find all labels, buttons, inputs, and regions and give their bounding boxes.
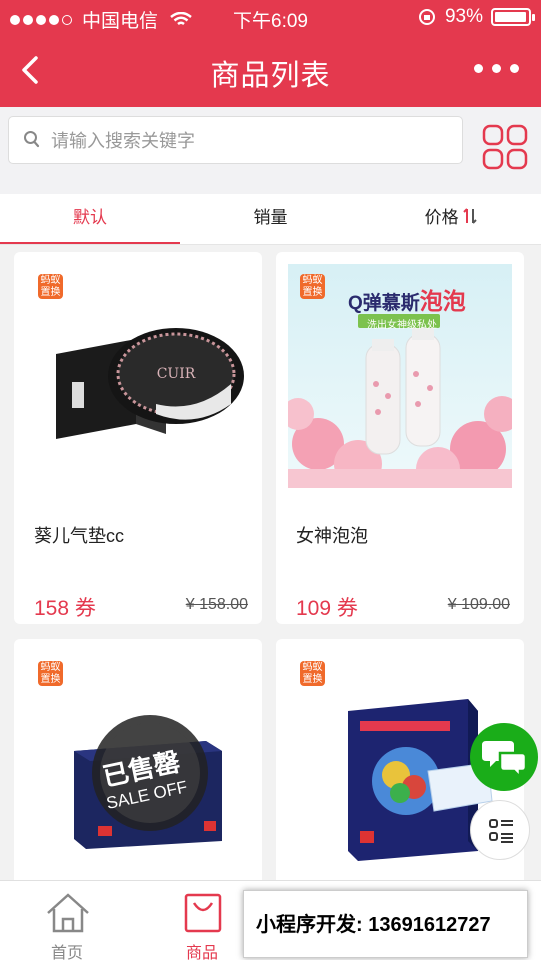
home-icon [47, 893, 89, 933]
tab-sales[interactable]: 销量 [180, 194, 361, 244]
product-card[interactable]: 已售罄 SALE OFF 蚂蚁 置换 [14, 639, 262, 880]
tab-default[interactable]: 默认 [0, 194, 180, 244]
image-headline: Q弹慕斯泡泡 [348, 282, 466, 316]
status-right: 93% [417, 6, 535, 28]
badge-icon: 蚂蚁 置换 [300, 274, 325, 299]
sort-bar: 默认 销量 价格 [0, 194, 541, 245]
tab-products[interactable]: 商品 [152, 881, 252, 960]
rotation-lock-icon [418, 9, 435, 25]
search-box [8, 116, 463, 164]
app-header: 中国电信 下午6:09 93% 商品列表 [0, 0, 541, 107]
page-title: 商品列表 [210, 60, 331, 92]
list-view-button[interactable] [470, 800, 530, 860]
product-card[interactable]: CUIR 蚂蚁 置换 葵儿气垫cc 158 券 ¥ 158.00 [14, 252, 262, 624]
product-price: 109 券 [296, 597, 358, 620]
product-name: 葵儿气垫cc [34, 526, 124, 546]
search-input[interactable] [51, 125, 451, 157]
contact-banner: 小程序开发: 13691612727 [243, 890, 528, 958]
search-bar [0, 107, 541, 194]
chat-button[interactable] [470, 723, 538, 791]
tab-products-label: 商品 [185, 945, 218, 960]
svg-text:CUIR: CUIR [157, 366, 196, 382]
badge-icon: 蚂蚁 置换 [300, 661, 325, 686]
battery-percent: 93% [444, 6, 483, 27]
battery-icon [491, 8, 535, 26]
tab-price[interactable]: 价格 [361, 194, 541, 244]
product-name: 女神泡泡 [296, 526, 368, 546]
badge-icon: 蚂蚁 置换 [38, 661, 63, 686]
tab-home-label: 首页 [50, 945, 83, 960]
image-headline-text: Q弹慕斯 [348, 293, 420, 314]
product-price: 158 券 [34, 597, 96, 620]
tab-price-label: 价格 [424, 208, 459, 227]
list-icon [489, 819, 513, 843]
more-menu-icon[interactable] [474, 64, 519, 73]
product-list: CUIR 蚂蚁 置换 葵儿气垫cc 158 券 ¥ 158.00 Q弹慕斯泡泡 … [0, 245, 541, 880]
image-headline-accent: 泡泡 [419, 288, 466, 314]
image-subtext: 洗出女神级私处 [367, 320, 437, 331]
chat-bubbles-icon [482, 741, 528, 781]
product-original-price: ¥ 109.00 [447, 596, 510, 613]
sort-arrows-icon [463, 208, 478, 224]
status-bar: 中国电信 下午6:09 93% [0, 0, 541, 34]
shopping-bag-icon [184, 893, 222, 933]
nav-bar: 商品列表 [0, 34, 541, 107]
product-original-price: ¥ 158.00 [185, 596, 248, 613]
tab-sales-label: 销量 [253, 208, 288, 227]
badge-icon: 蚂蚁 置换 [38, 274, 63, 299]
tab-default-label: 默认 [73, 208, 107, 227]
search-icon [24, 131, 40, 148]
product-card[interactable]: Q弹慕斯泡泡 洗出女神级私处 蚂蚁 置换 女神泡泡 109 券 ¥ 109.00 [276, 252, 524, 624]
grid-view-icon[interactable] [482, 124, 528, 170]
tab-home[interactable]: 首页 [17, 881, 117, 960]
